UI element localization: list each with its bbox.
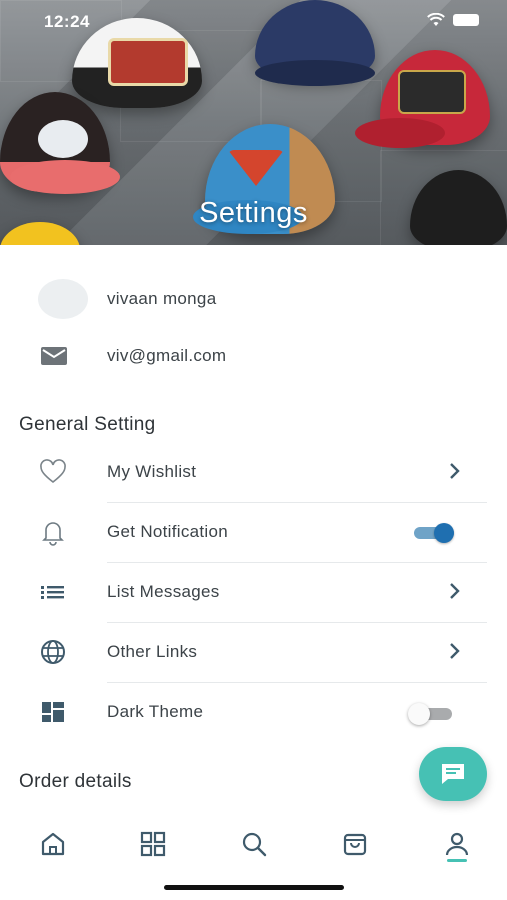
chat-icon bbox=[442, 764, 464, 784]
search-icon[interactable] bbox=[240, 830, 268, 858]
chevron-right-icon bbox=[450, 643, 460, 659]
setting-row-notification: Get Notification bbox=[0, 503, 507, 561]
grid-icon[interactable] bbox=[139, 830, 167, 858]
chevron-right-icon bbox=[450, 463, 460, 479]
home-indicator bbox=[164, 885, 344, 890]
setting-row-other-links[interactable]: Other Links bbox=[0, 623, 507, 681]
section-title-order-details: Order details bbox=[19, 771, 132, 792]
chat-fab-button[interactable] bbox=[419, 747, 487, 801]
dashboard-icon bbox=[42, 702, 64, 722]
cap-brim bbox=[10, 160, 120, 194]
setting-label: Other Links bbox=[107, 642, 198, 661]
notification-toggle[interactable] bbox=[412, 523, 456, 543]
profile-email: viv@gmail.com bbox=[107, 346, 227, 365]
cap-patch bbox=[38, 120, 88, 158]
setting-row-dark-theme: Dark Theme bbox=[0, 683, 507, 741]
active-tab-indicator bbox=[447, 859, 467, 862]
profile-icon[interactable] bbox=[443, 830, 471, 858]
cap-patch bbox=[108, 38, 188, 86]
status-icons bbox=[427, 13, 479, 27]
avatar[interactable] bbox=[38, 279, 88, 319]
list-icon bbox=[41, 586, 64, 599]
section-title-general-setting: General Setting bbox=[19, 414, 156, 435]
battery-icon bbox=[453, 14, 479, 26]
setting-label: List Messages bbox=[107, 582, 220, 601]
profile-name: vivaan monga bbox=[107, 289, 217, 308]
page-title: Settings bbox=[199, 197, 308, 229]
cap-patch bbox=[398, 70, 466, 114]
home-icon[interactable] bbox=[39, 830, 67, 858]
status-time: 12:24 bbox=[44, 12, 90, 31]
setting-row-list-messages[interactable]: List Messages bbox=[0, 563, 507, 621]
dark-theme-toggle[interactable] bbox=[408, 703, 454, 725]
bottom-navigation bbox=[0, 812, 507, 872]
mail-icon bbox=[41, 347, 67, 365]
toggle-knob bbox=[434, 523, 454, 543]
bell-icon bbox=[42, 522, 64, 546]
header-image: 12:24 Settings bbox=[0, 0, 507, 245]
setting-row-wishlist[interactable]: My Wishlist bbox=[0, 443, 507, 501]
setting-label: Get Notification bbox=[107, 522, 229, 541]
globe-icon bbox=[41, 640, 65, 664]
cap-brim bbox=[355, 118, 445, 148]
wifi-icon bbox=[427, 13, 445, 26]
setting-label: Dark Theme bbox=[107, 702, 204, 721]
cap-brim bbox=[255, 60, 375, 86]
setting-label: My Wishlist bbox=[107, 462, 197, 481]
bag-icon[interactable] bbox=[341, 830, 369, 858]
heart-icon bbox=[40, 459, 66, 484]
toggle-knob bbox=[408, 703, 430, 725]
chevron-right-icon bbox=[450, 583, 460, 599]
